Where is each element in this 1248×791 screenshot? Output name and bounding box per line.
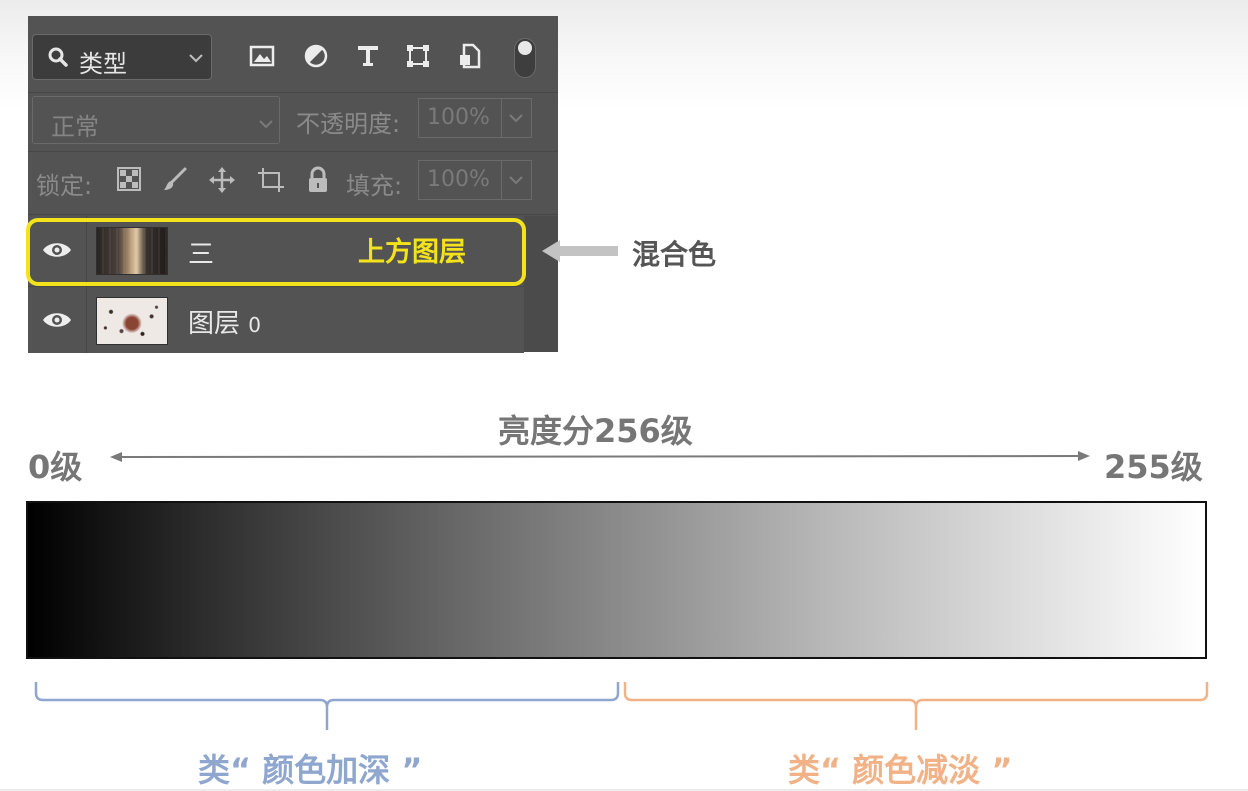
lock-position-icon[interactable]: [208, 166, 236, 194]
blend-mode-value: 正常: [51, 113, 99, 141]
field-divider: [501, 99, 502, 137]
search-icon: [48, 47, 68, 67]
blend-mode-dropdown[interactable]: 正常: [32, 96, 280, 144]
left-brace-icon: [34, 682, 620, 730]
opacity-label: 不透明度:: [296, 110, 401, 138]
chevron-down-icon: [189, 54, 203, 63]
fill-field[interactable]: 100%: [418, 160, 532, 200]
filter-toggle-switch[interactable]: [514, 38, 536, 78]
visibility-eye-icon[interactable]: [42, 310, 72, 330]
filter-type-dropdown[interactable]: 类型: [32, 34, 212, 80]
image-filter-icon[interactable]: [248, 42, 276, 70]
lock-transparent-icon[interactable]: [116, 166, 142, 192]
layer-name-text: 图层: [188, 309, 241, 339]
layer-row-base[interactable]: 图层 0: [28, 286, 524, 353]
lock-label: 锁定:: [36, 172, 93, 200]
lock-paint-icon[interactable]: [162, 166, 188, 192]
toggle-knob: [518, 41, 532, 55]
brightness-gradient-bar: [26, 501, 1207, 659]
upper-layer-annotation: 上方图层: [358, 237, 466, 268]
level-min-label: 0级: [28, 448, 83, 486]
lock-all-icon[interactable]: [306, 166, 330, 194]
field-divider: [501, 161, 502, 199]
chevron-down-icon[interactable]: [509, 113, 523, 123]
right-brace-icon: [623, 682, 1209, 730]
double-arrow-icon: [110, 451, 1090, 462]
level-max-label: 255级: [1104, 448, 1203, 486]
filter-type-label: 类型: [79, 50, 127, 78]
left-arrow-icon: [542, 240, 618, 262]
filter-row: 类型: [28, 16, 558, 93]
layers-panel: 类型 正常 不透明度: 100% 锁定: 填充: 100% 三 图层 0 上方图…: [26, 16, 558, 353]
layer-name-index: 0: [248, 313, 262, 337]
shape-filter-icon[interactable]: [404, 42, 432, 70]
type-filter-icon[interactable]: [354, 42, 382, 70]
fill-value: 100%: [427, 167, 490, 192]
adjustment-filter-icon[interactable]: [302, 42, 330, 70]
blend-color-annotation: 混合色: [632, 238, 717, 271]
opacity-value: 100%: [427, 105, 490, 130]
chevron-down-icon: [259, 120, 273, 129]
smart-object-filter-icon[interactable]: [456, 42, 484, 70]
opacity-field[interactable]: 100%: [418, 98, 532, 138]
layer-name[interactable]: 图层 0: [188, 303, 261, 340]
lock-artboard-icon[interactable]: [256, 166, 286, 194]
color-burn-group-label: 类“ 颜色加深 ”: [198, 751, 423, 789]
row-divider: [86, 287, 87, 353]
brightness-title: 亮度分256级: [498, 412, 693, 450]
color-dodge-group-label: 类“ 颜色减淡 ”: [788, 751, 1013, 789]
chevron-down-icon[interactable]: [509, 175, 523, 185]
layer-thumbnail: [96, 297, 168, 345]
fill-label: 填充:: [346, 172, 403, 200]
